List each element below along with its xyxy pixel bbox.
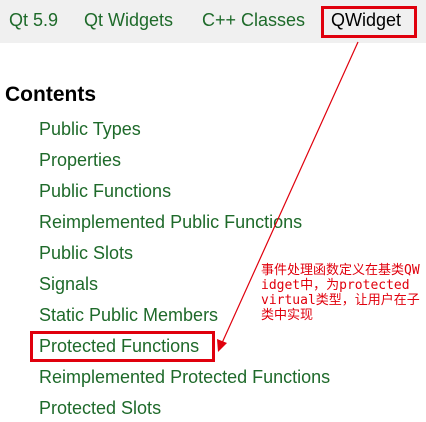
- arrow-head: [217, 339, 227, 352]
- toc-link-protected-slots[interactable]: Protected Slots: [39, 398, 161, 419]
- annotation-note: 事件处理函数定义在基类QWidget中，为protected virtual类型…: [261, 263, 420, 323]
- breadcrumb-item-cpp-classes[interactable]: C++ Classes: [202, 10, 305, 31]
- toc-link-reimplemented-public-functions[interactable]: Reimplemented Public Functions: [39, 212, 302, 233]
- toc-link-public-slots[interactable]: Public Slots: [39, 243, 133, 264]
- breadcrumb-item-qt-widgets[interactable]: Qt Widgets: [84, 10, 173, 31]
- toc-link-static-public-members[interactable]: Static Public Members: [39, 305, 218, 326]
- toc-link-reimplemented-protected-functions[interactable]: Reimplemented Protected Functions: [39, 367, 330, 388]
- toc-link-signals[interactable]: Signals: [39, 274, 98, 295]
- toc-link-public-types[interactable]: Public Types: [39, 119, 141, 140]
- protected-functions-highlight-box: [30, 331, 215, 362]
- breadcrumb: Qt 5.9 Qt Widgets C++ Classes QWidget: [0, 0, 426, 43]
- contents-title: Contents: [5, 83, 96, 106]
- breadcrumb-item-qt59[interactable]: Qt 5.9: [9, 10, 58, 31]
- toc-link-properties[interactable]: Properties: [39, 150, 121, 171]
- qwidget-highlight-box: [321, 6, 417, 38]
- toc-link-public-functions[interactable]: Public Functions: [39, 181, 171, 202]
